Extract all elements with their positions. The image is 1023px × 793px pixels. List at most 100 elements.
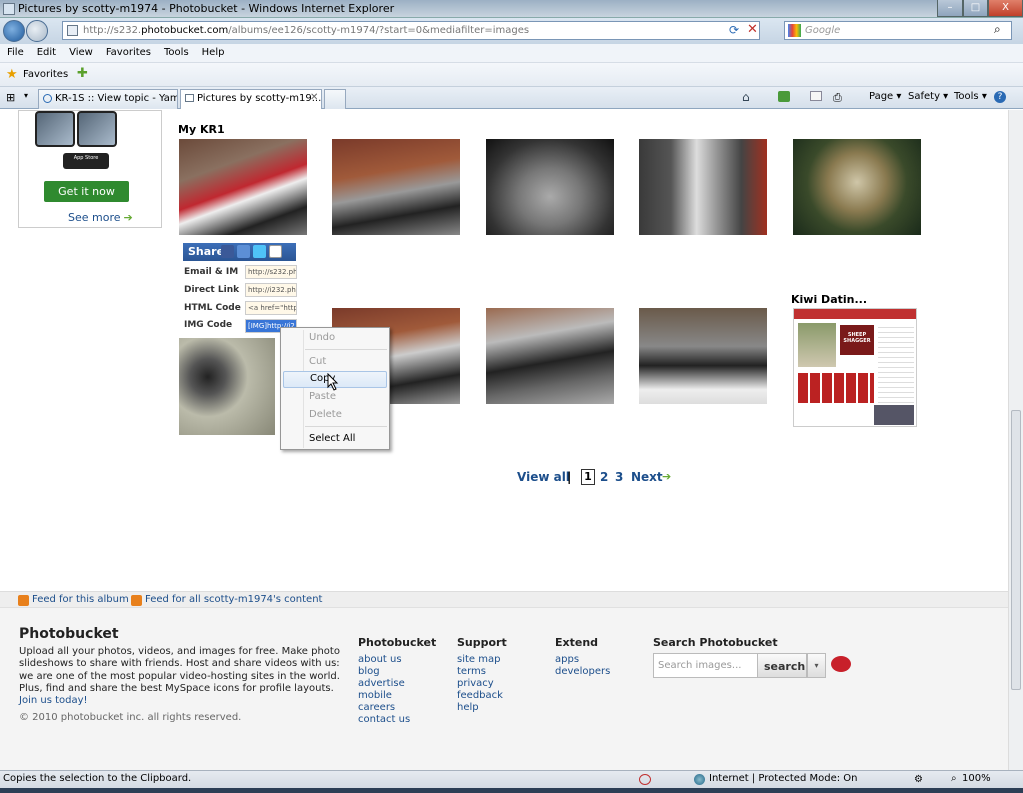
user-feed-link[interactable]: Feed for all scotty-m1974's content: [145, 594, 322, 605]
email-im-field[interactable]: http://s232.ph: [245, 265, 297, 279]
page-3-link[interactable]: 3: [615, 470, 623, 484]
quick-tabs-icon[interactable]: ⊞: [6, 91, 15, 104]
minimize-button[interactable]: –: [937, 0, 963, 17]
page-tab-icon: [185, 94, 194, 102]
next-arrow-icon[interactable]: ➔: [662, 470, 671, 483]
photo-thumbnail[interactable]: [793, 139, 921, 235]
photo-thumbnail[interactable]: [639, 139, 767, 235]
footer-links-extend: apps developers: [555, 654, 610, 678]
footer-search-input[interactable]: Search images...: [653, 653, 758, 678]
footer-link[interactable]: help: [457, 702, 503, 714]
privacy-icon[interactable]: [639, 774, 651, 785]
direct-link-field[interactable]: http://i232.ph: [245, 283, 297, 297]
footer-col-photobucket: Photobucket: [358, 636, 437, 649]
stop-icon[interactable]: ✕: [747, 22, 758, 37]
sheep-image: [798, 323, 836, 367]
menu-edit[interactable]: Edit: [30, 44, 62, 58]
photo-thumbnail[interactable]: [639, 308, 767, 404]
footer-col-extend: Extend: [555, 636, 599, 649]
security-zone[interactable]: Internet | Protected Mode: On: [709, 773, 857, 784]
window-titlebar: Pictures by scotty-m1974 - Photobucket -…: [0, 0, 1023, 18]
sponsor-title[interactable]: Kiwi Datin...: [791, 293, 867, 306]
photo-thumbnail[interactable]: [486, 308, 614, 404]
forward-button[interactable]: [26, 20, 48, 42]
footer-link[interactable]: contact us: [358, 714, 410, 726]
next-link[interactable]: Next: [631, 470, 663, 484]
tab-pictures[interactable]: Pictures by scotty-m19...: [180, 89, 322, 109]
back-button[interactable]: [3, 20, 25, 42]
context-delete: Delete: [309, 409, 342, 420]
safety-menu[interactable]: Safety ▾: [908, 91, 948, 102]
footer-link[interactable]: terms: [457, 666, 503, 678]
join-link[interactable]: Join us today!: [19, 695, 88, 706]
footer-link[interactable]: mobile: [358, 690, 410, 702]
footer-link[interactable]: blog: [358, 666, 410, 678]
favorites-bar: ★ Favorites ✚: [0, 63, 1023, 87]
tab-kr1s-topic[interactable]: KR-1S :: View topic - Yama...: [38, 89, 178, 109]
menu-view[interactable]: View: [62, 44, 99, 58]
tab-bar: ⊞ ▾ KR-1S :: View topic - Yama... Pictur…: [0, 87, 1023, 109]
zoom-level[interactable]: 100%: [962, 773, 991, 784]
footer-link[interactable]: about us: [358, 654, 410, 666]
get-it-now-button[interactable]: Get it now: [44, 181, 129, 202]
sponsor-ad[interactable]: SHEEP SHAGGER: [793, 308, 917, 427]
hi5-icon[interactable]: [269, 245, 282, 258]
footer-search-button[interactable]: search: [757, 653, 807, 678]
new-tab-button[interactable]: [324, 89, 346, 109]
html-code-field[interactable]: <a href="http: [245, 301, 297, 315]
view-all-link[interactable]: View all: [517, 470, 570, 484]
search-dropdown-icon[interactable]: ▾: [807, 653, 826, 678]
photo-thumbnail[interactable]: [179, 338, 275, 435]
search-go-icon[interactable]: ⌕: [994, 22, 1001, 37]
footer-link[interactable]: privacy: [457, 678, 503, 690]
page-2-link[interactable]: 2: [600, 470, 608, 484]
context-cut: Cut: [309, 356, 327, 367]
maximize-button[interactable]: □: [963, 0, 988, 17]
status-tools-icon[interactable]: ⚙: [914, 774, 923, 785]
photo-thumbnail[interactable]: [179, 139, 307, 235]
page-content: App Store Get it now See more ➔ My KR1 Sh…: [0, 110, 1008, 770]
home-icon[interactable]: ⌂: [742, 90, 750, 104]
footer-link[interactable]: advertise: [358, 678, 410, 690]
facebook-icon[interactable]: [221, 245, 234, 258]
feeds-icon[interactable]: [778, 91, 790, 102]
menu-help[interactable]: Help: [195, 44, 231, 58]
globe-icon: [694, 774, 705, 785]
refresh-icon[interactable]: ⟳: [729, 23, 739, 37]
footer-link[interactable]: site map: [457, 654, 503, 666]
favorites-button[interactable]: Favorites: [23, 69, 68, 80]
print-icon[interactable]: ⎙: [833, 91, 842, 105]
photo-thumbnail[interactable]: [486, 139, 614, 235]
menu-file[interactable]: File: [0, 44, 30, 58]
scrollbar-thumb[interactable]: [1011, 410, 1021, 690]
page-menu[interactable]: Page ▾: [869, 91, 901, 102]
help-icon[interactable]: ?: [994, 91, 1006, 103]
context-select-all[interactable]: Select All: [283, 431, 387, 448]
ask-logo-icon[interactable]: [831, 656, 851, 672]
footer-link[interactable]: feedback: [457, 690, 503, 702]
close-tab-icon[interactable]: ✕: [310, 92, 318, 103]
address-bar[interactable]: http://s232.photobucket.com/albums/ee126…: [62, 21, 760, 40]
ie-window-icon: [3, 3, 15, 15]
footer-link[interactable]: apps: [555, 654, 610, 666]
sponsor-header: [794, 309, 916, 319]
menu-favorites[interactable]: Favorites: [99, 44, 157, 58]
see-more-link[interactable]: See more ➔: [68, 211, 133, 224]
google-icon: [788, 24, 801, 37]
search-box[interactable]: Google ⌕: [784, 21, 1012, 40]
app-store-badge[interactable]: App Store: [63, 153, 109, 169]
menu-tools[interactable]: Tools: [157, 44, 195, 58]
photo-thumbnail[interactable]: [332, 139, 460, 235]
tools-menu[interactable]: Tools ▾: [954, 91, 987, 102]
add-favorite-icon[interactable]: ✚: [77, 66, 88, 81]
footer-link[interactable]: careers: [358, 702, 410, 714]
menu-separator: [305, 349, 387, 350]
album-feed-link[interactable]: Feed for this album: [32, 594, 129, 605]
tab-list-icon[interactable]: ▾: [24, 91, 28, 100]
close-window-button[interactable]: X: [988, 0, 1023, 17]
mail-icon[interactable]: [810, 91, 822, 101]
myspace-icon[interactable]: [237, 245, 250, 258]
twitter-icon[interactable]: [253, 245, 266, 258]
vertical-scrollbar[interactable]: [1008, 110, 1023, 770]
footer-link[interactable]: developers: [555, 666, 610, 678]
